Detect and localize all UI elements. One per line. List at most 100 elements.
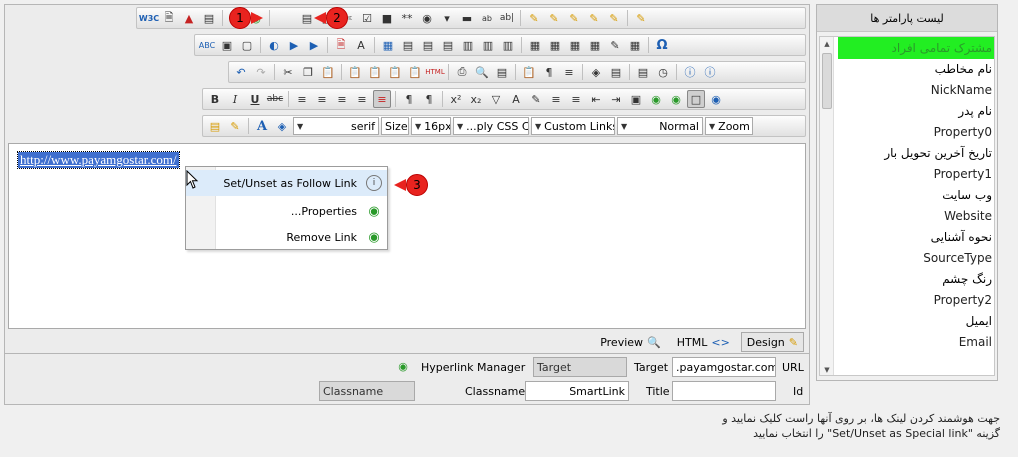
checkbox-icon[interactable]: ☑ — [358, 9, 376, 27]
preview-tab[interactable]: Preview 🔍 — [595, 332, 666, 352]
clear-styles-icon[interactable]: ✎ — [527, 90, 545, 108]
paste-icon[interactable]: 📋 — [319, 63, 337, 81]
parameter-list[interactable]: ▲ ▼ مشترک تمامی افراد نام مخاطب NickName… — [819, 36, 995, 376]
copy-icon[interactable]: ❐ — [299, 63, 317, 81]
target-dropdown[interactable]: Target — [533, 357, 627, 377]
align-center-icon[interactable]: ≡ — [313, 90, 331, 108]
list-item[interactable]: نحوه آشنایی SourceType — [838, 227, 994, 269]
hidden-field-icon[interactable]: ■ — [378, 9, 396, 27]
delete-col-icon[interactable]: ▥ — [499, 36, 517, 54]
merge-cells-icon[interactable]: ▦ — [526, 36, 544, 54]
url-input[interactable]: .payamgostar.com — [672, 357, 776, 377]
find-icon[interactable]: 🔍 — [473, 63, 491, 81]
font-color-icon[interactable]: ▽ — [487, 90, 505, 108]
label-field-icon[interactable]: ab| — [498, 9, 516, 27]
insert-row-above-icon[interactable]: ▤ — [399, 36, 417, 54]
list-item[interactable]: ایمیل Email — [838, 311, 994, 353]
absolute-position-icon[interactable]: □ — [687, 90, 705, 108]
module-icon[interactable]: ▤ — [607, 63, 625, 81]
bold-icon[interactable]: B — [206, 90, 224, 108]
find-replace-icon[interactable]: ▤ — [493, 63, 511, 81]
align-left-icon[interactable]: ≡ — [293, 90, 311, 108]
menu-item-properties[interactable]: ...Properties ◉ — [186, 198, 387, 224]
insert-col-left-icon[interactable]: ▥ — [459, 36, 477, 54]
paste-plain-icon[interactable]: 📋 — [386, 63, 404, 81]
ltr-icon[interactable]: ¶ — [400, 90, 418, 108]
pen-2-icon[interactable]: ✎ — [545, 9, 563, 27]
css-class-dropdown[interactable]: ▼ ...ply CSS Class — [453, 117, 529, 135]
outdent-icon[interactable]: ⇤ — [587, 90, 605, 108]
paste-text-icon[interactable]: 📋 — [366, 63, 384, 81]
button-field-icon[interactable]: ▬ — [458, 9, 476, 27]
help-icon[interactable]: ⓘ — [701, 63, 719, 81]
highlight-icon[interactable]: ◈ — [273, 117, 291, 135]
scroll-down-icon[interactable]: ▼ — [820, 363, 834, 375]
html-format-icon[interactable]: HTML — [425, 63, 444, 81]
font-color-a-icon[interactable]: A — [253, 117, 271, 135]
table-wizard-icon[interactable]: ▦ — [626, 36, 644, 54]
font-size-dropdown[interactable]: Size — [381, 117, 409, 135]
classname-dropdown[interactable]: Classname — [319, 381, 415, 401]
menu-item-follow-link[interactable]: Set/Unset as Follow Link i — [186, 170, 387, 196]
pen-3-icon[interactable]: ✎ — [565, 9, 583, 27]
dropdown-field-icon[interactable]: ▾ — [438, 9, 456, 27]
format-block-icon[interactable]: ≡ — [560, 63, 578, 81]
cell-properties-icon[interactable]: ▦ — [586, 36, 604, 54]
omega-special-char-icon[interactable]: Ω — [653, 36, 671, 54]
print-icon[interactable]: ⎙ — [453, 63, 471, 81]
new-document-icon[interactable]: 🗎 — [160, 9, 178, 27]
delete-row-icon[interactable]: ▤ — [439, 36, 457, 54]
table-properties-icon[interactable]: ✎ — [606, 36, 624, 54]
insert-snippet-icon[interactable]: ◈ — [587, 63, 605, 81]
link-icon[interactable]: ◉ — [647, 90, 665, 108]
media-icon[interactable]: ▶ — [285, 36, 303, 54]
lock-icon[interactable]: ◉ — [707, 90, 725, 108]
strikethrough-icon[interactable]: abc — [266, 90, 284, 108]
paragraph-insert-icon[interactable]: ¶ — [540, 63, 558, 81]
pen-6-icon[interactable]: ✎ — [632, 9, 650, 27]
radio-button-icon[interactable]: ◉ — [418, 9, 436, 27]
rtl-icon[interactable]: ¶ — [420, 90, 438, 108]
paste-word-icon[interactable]: 📋 — [346, 63, 364, 81]
date-icon[interactable]: ▤ — [634, 63, 652, 81]
vertical-scrollbar[interactable]: ▲ ▼ — [820, 37, 834, 375]
title-input[interactable]: SmartLink — [525, 381, 629, 401]
flash-icon[interactable]: ◐ — [265, 36, 283, 54]
unordered-list-icon[interactable]: ≡ — [567, 90, 585, 108]
underline-icon[interactable]: U — [246, 90, 264, 108]
table-icon[interactable]: ▦ — [379, 36, 397, 54]
custom-links-dropdown[interactable]: ▼ Custom Links — [531, 117, 615, 135]
split-cells-icon[interactable]: ▦ — [546, 36, 564, 54]
insert-row-below-icon[interactable]: ▤ — [419, 36, 437, 54]
redo-icon[interactable]: ↷ — [252, 63, 270, 81]
cut-icon[interactable]: ✂ — [279, 63, 297, 81]
editor-content-area[interactable]: http://www.payamgostar.com/ — [8, 143, 806, 329]
password-field-icon[interactable]: ** — [398, 9, 416, 27]
clipboard-icon[interactable]: 📋 — [520, 63, 538, 81]
list-item[interactable]: نام پدر Property0 — [838, 101, 994, 143]
list-item[interactable]: تاریخ آخرین تحویل بار Property1 — [838, 143, 994, 185]
list-item[interactable]: وب سایت Website — [838, 185, 994, 227]
textarea-icon[interactable]: ab — [478, 9, 496, 27]
image-insert-icon[interactable]: ▣ — [627, 90, 645, 108]
html-tab[interactable]: HTML <> — [672, 332, 735, 352]
italic-icon[interactable]: I — [226, 90, 244, 108]
ordered-list-icon[interactable]: ≡ — [547, 90, 565, 108]
menu-item-remove-link[interactable]: Remove Link ◉ — [186, 224, 387, 250]
css-icon[interactable]: ✎ — [226, 117, 244, 135]
insert-col-right-icon[interactable]: ▥ — [479, 36, 497, 54]
info-icon[interactable]: ⓘ — [681, 63, 699, 81]
font-px-dropdown[interactable]: ▼ 16px — [411, 117, 451, 135]
play-icon[interactable]: ▶ — [305, 36, 323, 54]
paste-html-icon[interactable]: 📋 — [406, 63, 424, 81]
scroll-up-icon[interactable]: ▲ — [820, 37, 834, 51]
selected-hyperlink[interactable]: http://www.payamgostar.com/ — [17, 151, 180, 169]
list-item[interactable]: مشترک تمامی افراد — [838, 37, 994, 59]
folder-icon[interactable]: ▤ — [206, 117, 224, 135]
indent-icon[interactable]: ⇥ — [607, 90, 625, 108]
align-right-icon[interactable]: ≡ — [333, 90, 351, 108]
pen-1-icon[interactable]: ✎ — [525, 9, 543, 27]
template-icon[interactable]: ▤ — [200, 9, 218, 27]
design-tab[interactable]: Design ✎ — [740, 332, 804, 352]
undo-icon[interactable]: ↶ — [232, 63, 250, 81]
